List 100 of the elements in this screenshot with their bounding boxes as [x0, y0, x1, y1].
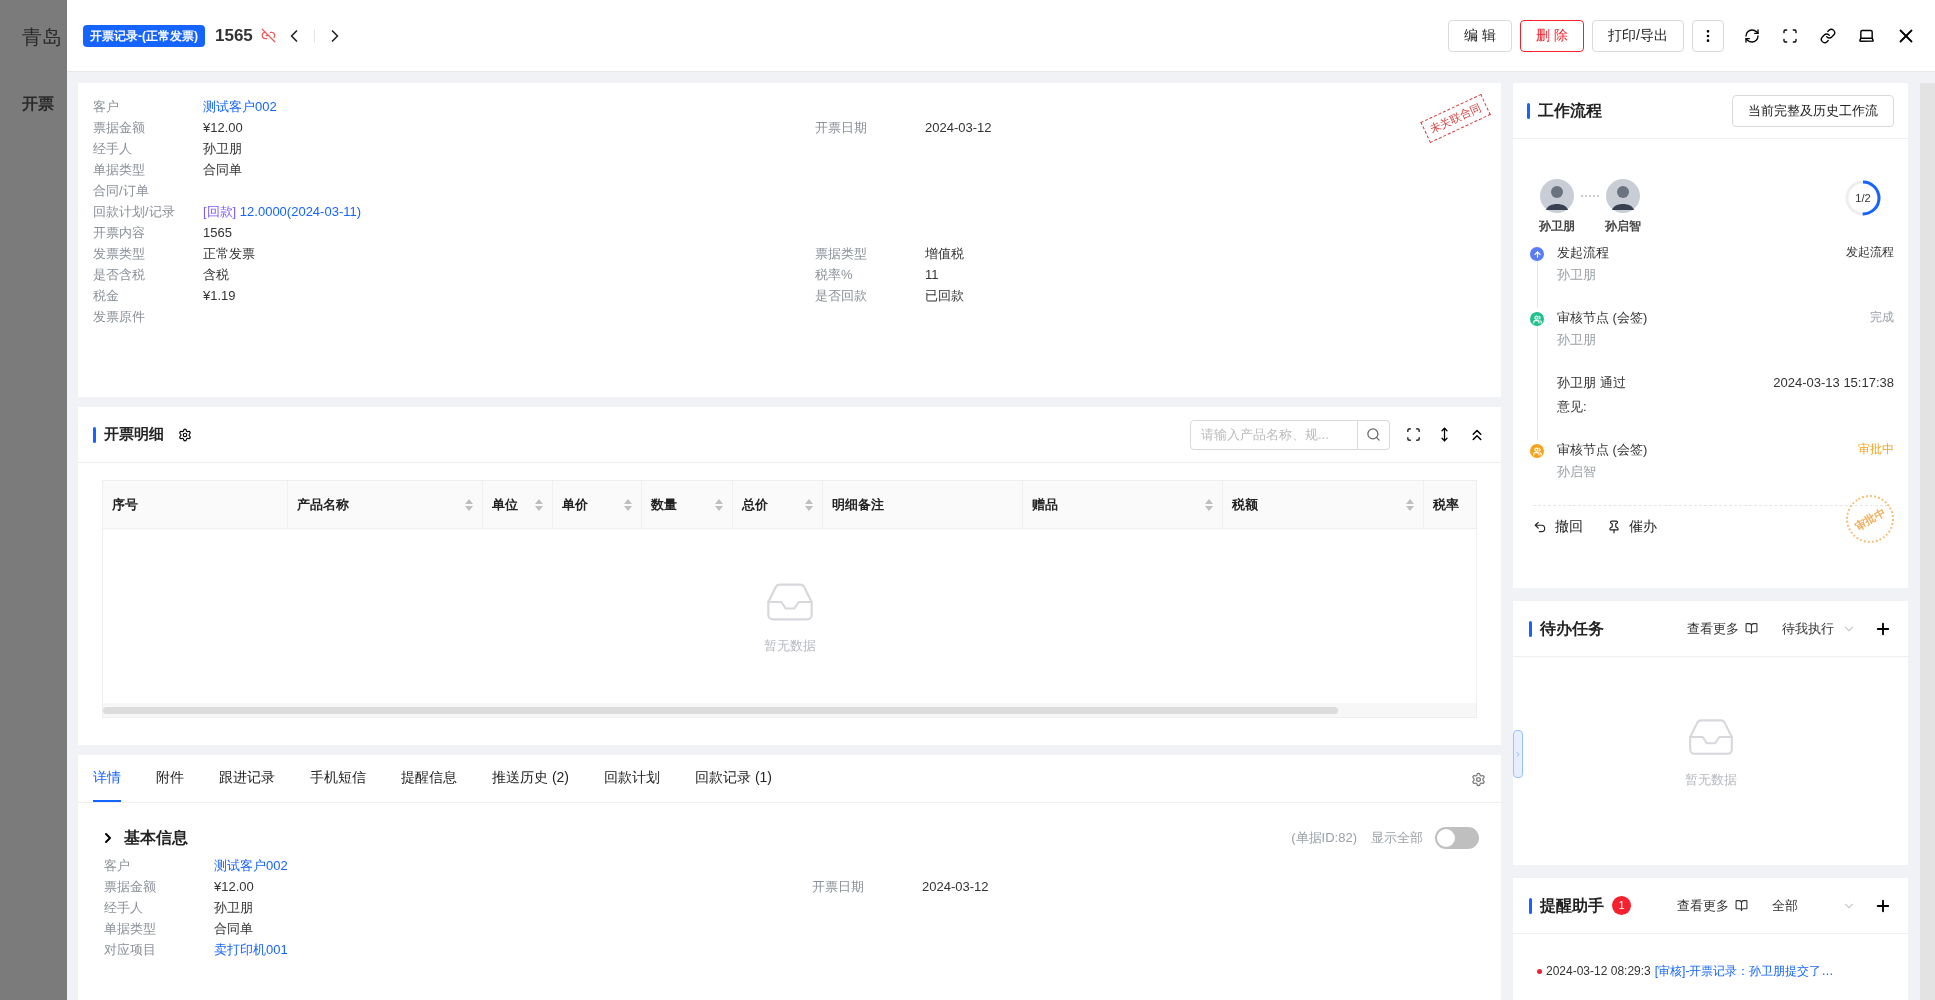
step-status: 发起流程	[1846, 244, 1894, 261]
approval-time: 2024-03-13 15:17:38	[1773, 374, 1894, 392]
workflow-action[interactable]: 催办	[1607, 516, 1657, 537]
action-button[interactable]: 删 除	[1520, 19, 1585, 52]
field-value: 正常发票	[203, 244, 255, 263]
section-heading: 待办任务	[1540, 618, 1604, 639]
step-status-icon	[1530, 247, 1544, 261]
field-value: ¥1.19	[203, 286, 236, 305]
view-more-link[interactable]: 查看更多	[1677, 895, 1748, 916]
column-header[interactable]: 序号	[103, 481, 288, 528]
scrollbar-thumb[interactable]	[103, 706, 1338, 714]
reminder-time: 2024-03-12 08:29:3	[1546, 963, 1651, 980]
field-label: 对应项目	[104, 941, 157, 959]
field-label: 票据金额	[93, 118, 146, 137]
show-all-toggle[interactable]	[1435, 827, 1479, 849]
field-label: 单据类型	[93, 160, 146, 179]
avatar	[1540, 179, 1574, 213]
fullscreen-icon[interactable]	[1782, 27, 1798, 44]
field-label: 发票原件	[93, 307, 146, 326]
section-heading: 基本信息	[124, 828, 188, 848]
field-label: 经手人	[104, 899, 144, 917]
field-link[interactable]: [回款] 12.0000(2024-03-11)	[203, 201, 362, 222]
field-label: 回款计划/记录	[93, 202, 176, 221]
unlinked-icon[interactable]	[260, 28, 276, 43]
field-label: 单据类型	[104, 920, 157, 938]
step-status: 审批中	[1858, 441, 1894, 458]
view-more-link[interactable]: 查看更多	[1687, 618, 1758, 639]
empty-text: 暂无数据	[763, 637, 816, 656]
column-header[interactable]: 总价	[733, 481, 823, 528]
filter-dropdown[interactable]: 待我执行	[1782, 618, 1856, 639]
field-link[interactable]: 测试客户002	[214, 853, 288, 879]
field-value: 已回款	[925, 286, 964, 305]
column-header[interactable]: 单价	[553, 481, 642, 528]
column-header[interactable]: 产品名称	[288, 481, 483, 528]
action-button[interactable]: 编 辑	[1448, 19, 1513, 52]
undo-icon[interactable]	[1533, 519, 1547, 534]
tab[interactable]: 提醒信息	[401, 767, 457, 802]
approval-opinion: 意见:	[1557, 397, 1588, 416]
tab[interactable]: 手机短信	[310, 767, 366, 802]
link-icon[interactable]	[1820, 27, 1836, 44]
book-icon[interactable]	[1745, 622, 1758, 635]
laptop-icon[interactable]	[1858, 27, 1875, 44]
column-header[interactable]: 数量	[642, 481, 733, 528]
field-value: 2024-03-12	[925, 118, 992, 137]
column-header[interactable]: 税额	[1223, 481, 1424, 528]
step-person: 孙卫朋	[1557, 265, 1597, 284]
section-title: 开票	[22, 94, 55, 114]
tab[interactable]: 跟进记录	[219, 767, 275, 802]
settings-icon[interactable]	[178, 427, 192, 442]
field-label: 客户	[104, 857, 131, 875]
field-link[interactable]: 测试客户002	[203, 96, 277, 117]
book-icon[interactable]	[1735, 899, 1748, 912]
reminder-link[interactable]: [审核]-开票记录：孙卫朋提交了…	[1654, 962, 1834, 980]
tab[interactable]: 附件	[156, 767, 184, 802]
tab[interactable]: 回款记录 (1)	[695, 767, 772, 802]
field-link[interactable]: 卖打印机001	[214, 937, 288, 963]
fullscreen-icon[interactable]	[1406, 427, 1421, 442]
field-value: ¥12.00	[203, 118, 243, 137]
participant-name: 孙启智	[1605, 218, 1641, 235]
refresh-icon[interactable]	[1744, 27, 1760, 44]
field-label: 开票日期	[815, 118, 868, 137]
section-heading: 工作流程	[1538, 100, 1602, 121]
participant-name: 孙卫朋	[1539, 218, 1575, 235]
field-label: 开票日期	[812, 878, 865, 896]
field-label: 经手人	[93, 139, 133, 158]
filter-dropdown[interactable]: 全部	[1772, 895, 1856, 916]
field-label: 发票类型	[93, 244, 146, 263]
action-button[interactable]: 打印/导出	[1592, 19, 1684, 52]
tab[interactable]: 回款计划	[604, 767, 660, 802]
step-status: 完成	[1870, 309, 1894, 326]
field-value: 2024-03-12	[922, 878, 989, 896]
search-icon[interactable]	[1366, 427, 1381, 442]
collapse-handle[interactable]	[1513, 730, 1523, 778]
field-label: 税金	[93, 286, 120, 305]
column-header[interactable]: 赠品	[1023, 481, 1223, 528]
column-header[interactable]: 税率	[1424, 481, 1476, 528]
field-label: 票据金额	[104, 878, 157, 896]
accent-bar	[1529, 620, 1532, 637]
field-value: 增值税	[925, 244, 964, 263]
approval-result: 孙卫朋 通过	[1557, 374, 1626, 392]
search-button[interactable]	[1358, 419, 1390, 450]
field-label: 是否回款	[815, 286, 868, 305]
field-label: 税率%	[815, 265, 854, 284]
pin-icon[interactable]	[1607, 519, 1621, 534]
step-status-icon	[1530, 444, 1544, 458]
tab[interactable]: 详情	[93, 767, 121, 802]
field-value: 含税	[203, 265, 229, 284]
step-title: 审核节点 (会签)	[1557, 441, 1648, 459]
search-field[interactable]: 请输入产品名称、规...	[1190, 419, 1358, 450]
column-header[interactable]: 明细备注	[823, 481, 1023, 528]
tab[interactable]: 推送历史 (2)	[492, 767, 569, 802]
history-button[interactable]: 当前完整及历史工作流	[1732, 94, 1894, 127]
field-value: ¥12.00	[214, 878, 254, 896]
progress-label: 1/2	[1854, 190, 1872, 206]
record-type-badge: 开票记录-(正常发票)	[83, 24, 205, 47]
workflow-action[interactable]: 撤回	[1533, 516, 1583, 537]
step-title: 发起流程	[1557, 244, 1609, 262]
document-id: (单据ID:82)	[1291, 829, 1357, 848]
column-header[interactable]: 单位	[483, 481, 553, 528]
step-person: 孙启智	[1557, 462, 1597, 481]
